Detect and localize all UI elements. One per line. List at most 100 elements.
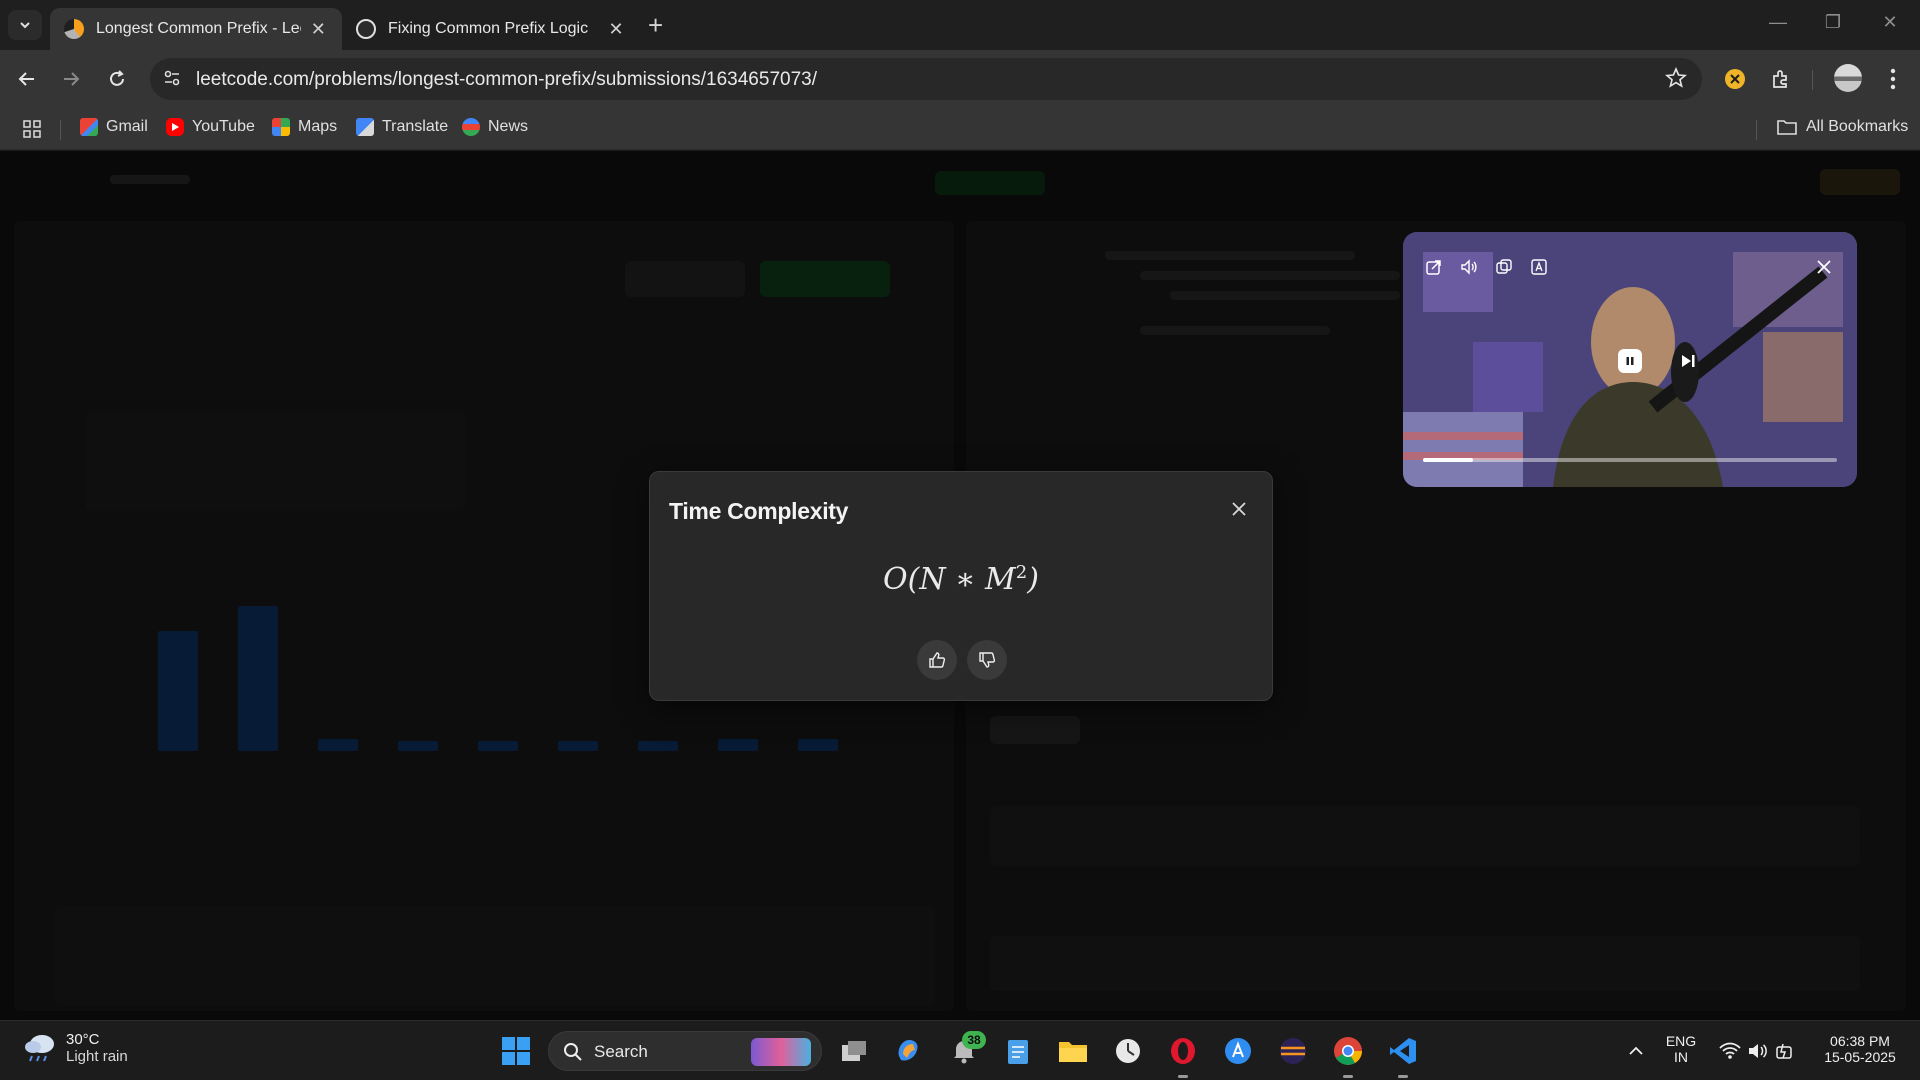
bookmark-news[interactable]: News bbox=[462, 118, 528, 136]
back-button[interactable] bbox=[12, 64, 42, 94]
notepad-icon bbox=[1008, 1040, 1028, 1064]
address-bar[interactable]: leetcode.com/problems/longest-common-pre… bbox=[150, 58, 1702, 100]
chevron-down-icon bbox=[20, 22, 30, 29]
running-indicator bbox=[1178, 1075, 1188, 1078]
forward-button[interactable] bbox=[56, 64, 86, 94]
battery-charging-icon bbox=[1776, 1043, 1792, 1059]
chrome-button[interactable] bbox=[1330, 1033, 1366, 1069]
reload-icon bbox=[110, 70, 124, 86]
back-to-tab-button[interactable] bbox=[1423, 256, 1445, 278]
opera-button[interactable] bbox=[1165, 1033, 1201, 1069]
bookmark-translate[interactable]: Translate bbox=[356, 118, 448, 136]
notification-badge: 38 bbox=[962, 1031, 986, 1049]
pause-button[interactable] bbox=[1618, 349, 1642, 373]
apps-grid-icon[interactable] bbox=[22, 119, 42, 139]
close-window-button[interactable]: ✕ bbox=[1870, 12, 1910, 33]
tab-leetcode[interactable]: Longest Common Prefix - LeetC ✕ bbox=[50, 8, 342, 50]
thumbs-down-button[interactable] bbox=[967, 640, 1007, 680]
task-view-icon bbox=[842, 1041, 866, 1061]
start-button[interactable] bbox=[498, 1033, 534, 1069]
video-progress-fill bbox=[1423, 458, 1473, 462]
profile-avatar[interactable] bbox=[1831, 61, 1865, 95]
show-hidden-icons-button[interactable] bbox=[1618, 1033, 1654, 1069]
picture-in-picture-icon bbox=[1496, 259, 1512, 274]
translate-icon bbox=[356, 118, 374, 136]
clock-widget[interactable]: 06:38 PM 15-05-2025 bbox=[1810, 1033, 1910, 1065]
bookmark-divider bbox=[1756, 120, 1757, 140]
reload-button[interactable] bbox=[102, 64, 132, 94]
next-track-button[interactable] bbox=[1677, 350, 1699, 372]
search-highlight-icon bbox=[751, 1038, 811, 1066]
bookmark-youtube[interactable]: YouTube bbox=[166, 118, 255, 136]
close-modal-button[interactable] bbox=[1226, 496, 1252, 522]
windows-logo-icon bbox=[502, 1037, 530, 1065]
file-explorer-button[interactable] bbox=[1055, 1033, 1091, 1069]
vscode-button[interactable] bbox=[1385, 1033, 1421, 1069]
copilot-button[interactable] bbox=[890, 1033, 926, 1069]
eclipse-icon bbox=[1280, 1038, 1306, 1064]
wifi-icon bbox=[1719, 1042, 1741, 1059]
tab-search-button[interactable] bbox=[8, 10, 42, 40]
weather-widget[interactable]: 30°C Light rain bbox=[22, 1031, 128, 1065]
bookmark-maps[interactable]: Maps bbox=[272, 118, 337, 136]
url-text: leetcode.com/problems/longest-common-pre… bbox=[196, 69, 817, 90]
browser-menu-button[interactable] bbox=[1878, 64, 1908, 94]
all-bookmarks-button[interactable]: All Bookmarks bbox=[1776, 118, 1908, 136]
close-icon bbox=[1817, 260, 1831, 274]
close-icon bbox=[1232, 502, 1246, 516]
captions-icon bbox=[1531, 259, 1547, 275]
close-tab-icon[interactable]: ✕ bbox=[606, 19, 626, 40]
windows-taskbar: 30°C Light rain Search 38 ENG IN 06:38 P… bbox=[0, 1020, 1920, 1080]
minimize-button[interactable]: — bbox=[1758, 12, 1798, 33]
app-store-icon bbox=[1225, 1038, 1251, 1064]
restore-button[interactable]: ❐ bbox=[1813, 12, 1853, 33]
folder-icon bbox=[1059, 1042, 1087, 1062]
clock-app-button[interactable] bbox=[1110, 1033, 1146, 1069]
new-tab-button[interactable]: + bbox=[648, 12, 663, 38]
back-to-tab-icon bbox=[1426, 260, 1441, 275]
toggle-camera-button[interactable] bbox=[1493, 256, 1515, 278]
formula-main: O(N ∗ M bbox=[883, 562, 1016, 597]
clock-date: 15-05-2025 bbox=[1824, 1049, 1896, 1065]
close-tab-icon[interactable]: ✕ bbox=[309, 19, 328, 40]
bookmark-label: Maps bbox=[298, 118, 338, 135]
vscode-icon bbox=[1390, 1038, 1416, 1064]
tab-chatgpt[interactable]: Fixing Common Prefix Logic ✕ bbox=[342, 8, 642, 50]
extension-leetcode-icon[interactable] bbox=[1720, 64, 1750, 94]
picture-in-picture-player[interactable] bbox=[1403, 232, 1857, 487]
eclipse-button[interactable] bbox=[1275, 1033, 1311, 1069]
formula-exponent: 2 bbox=[1015, 562, 1028, 583]
taskbar-search-box[interactable]: Search bbox=[548, 1031, 822, 1071]
more-vertical-icon bbox=[1890, 68, 1896, 90]
clock-time: 06:38 PM bbox=[1830, 1033, 1890, 1049]
bookmark-gmail[interactable]: Gmail bbox=[80, 118, 148, 136]
extensions-puzzle-icon[interactable] bbox=[1766, 64, 1796, 94]
thumbs-down-icon bbox=[979, 652, 996, 668]
language-code: ENG bbox=[1665, 1033, 1697, 1049]
weather-desc: Light rain bbox=[66, 1048, 128, 1065]
thumbs-up-button[interactable] bbox=[917, 640, 957, 680]
mute-button[interactable] bbox=[1458, 256, 1480, 278]
youtube-icon bbox=[166, 118, 184, 136]
leetcode-favicon-icon bbox=[64, 19, 84, 39]
bookmark-star-icon[interactable] bbox=[1664, 66, 1688, 95]
complexity-formula: O(N ∗ M2) bbox=[650, 562, 1272, 597]
browser-toolbar: leetcode.com/problems/longest-common-pre… bbox=[0, 50, 1920, 108]
bookmark-label: YouTube bbox=[192, 118, 255, 135]
battery-button[interactable] bbox=[1768, 1033, 1804, 1069]
captions-button[interactable] bbox=[1528, 256, 1550, 278]
arrow-right-icon bbox=[64, 72, 80, 86]
notepad-button[interactable] bbox=[1000, 1033, 1036, 1069]
chatgpt-favicon-icon bbox=[356, 19, 376, 39]
site-settings-icon[interactable] bbox=[162, 68, 182, 93]
close-pip-button[interactable] bbox=[1813, 256, 1835, 278]
video-progress-track[interactable] bbox=[1423, 458, 1837, 462]
task-view-button[interactable] bbox=[836, 1033, 872, 1069]
region-code: IN bbox=[1674, 1049, 1688, 1065]
time-complexity-modal: Time Complexity O(N ∗ M2) bbox=[649, 471, 1273, 701]
cloud-rain-icon bbox=[25, 1035, 54, 1062]
app-store-button[interactable] bbox=[1220, 1033, 1256, 1069]
browser-tab-bar: Longest Common Prefix - LeetC ✕ Fixing C… bbox=[0, 0, 1920, 50]
all-bookmarks-label: All Bookmarks bbox=[1806, 118, 1909, 135]
language-indicator[interactable]: ENG IN bbox=[1660, 1033, 1702, 1065]
